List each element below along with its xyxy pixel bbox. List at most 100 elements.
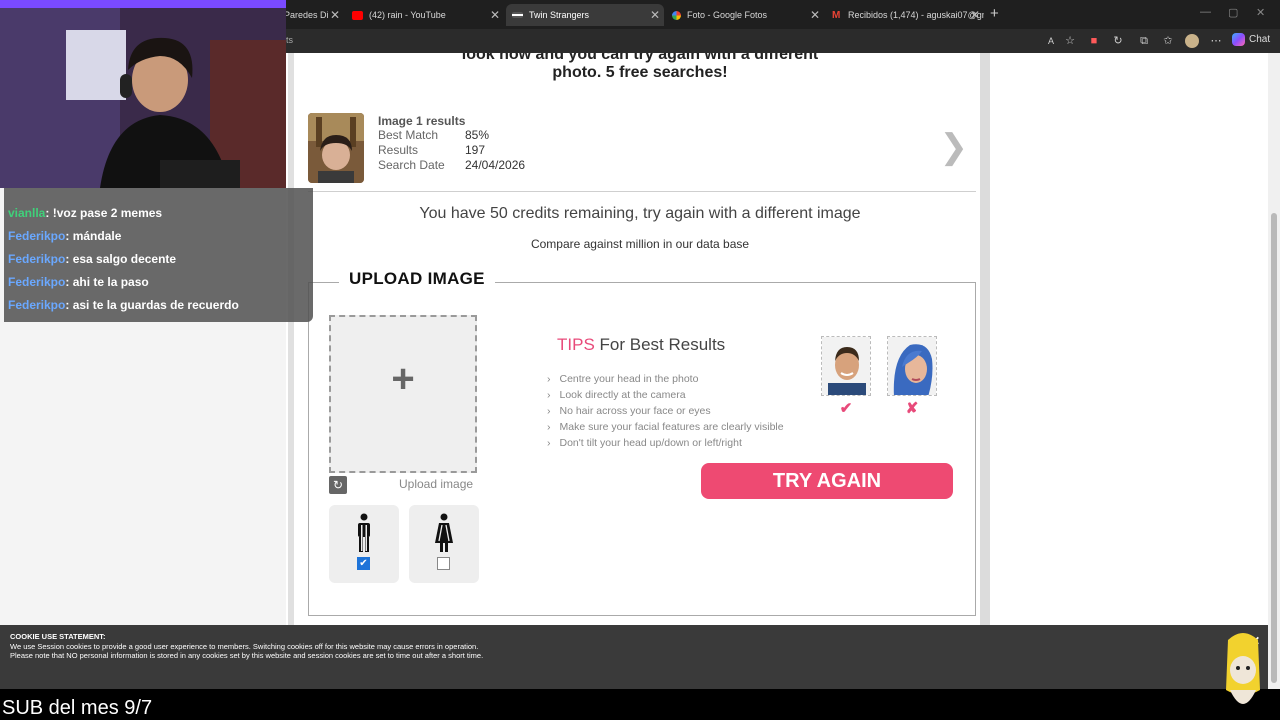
chat-text: ahi te la paso [72, 275, 149, 289]
copilot-icon [1232, 33, 1245, 46]
result-thumbnail[interactable] [308, 113, 364, 183]
chat-message: Federikpo: mándale [8, 229, 122, 243]
stream-chat: vianlla: !voz pase 2 memes Federikpo: má… [4, 188, 313, 322]
tab-label: Paredes Di [284, 10, 329, 20]
best-match-value: 85% [465, 128, 490, 142]
extension-icon[interactable]: ■ [1087, 34, 1101, 48]
compare-text: Compare against million in our data base [530, 237, 750, 251]
chat-text: mándale [72, 229, 122, 243]
bad-example-photo [887, 336, 937, 396]
male-checkbox[interactable]: ✔ [357, 557, 370, 570]
new-tab-icon[interactable]: + [990, 5, 999, 22]
upload-image-link[interactable]: Upload image [399, 477, 473, 491]
refresh-icon[interactable]: ↻ [1111, 34, 1125, 48]
cookie-line2: Please note that NO personal information… [10, 651, 484, 660]
close-icon[interactable]: ✕ [490, 8, 500, 22]
tab-label: Twin Strangers [529, 10, 590, 20]
page-right-border [980, 53, 990, 689]
upload-heading: UPLOAD IMAGE [339, 269, 495, 289]
tab-label: (42) rain - YouTube [369, 10, 446, 20]
address-bar[interactable]: ts [286, 35, 293, 45]
chat-text: asi te la guardas de recuerdo [72, 298, 239, 312]
top-message-line2: photo. 5 free searches! [552, 64, 728, 81]
result-title: Image 1 results [378, 114, 466, 128]
close-icon[interactable]: ✕ [810, 8, 820, 22]
chat-user: vianlla [8, 206, 46, 220]
read-aloud-icon[interactable]: A [1044, 34, 1058, 48]
split-screen-icon[interactable]: ⧉ [1137, 34, 1151, 48]
maximize-icon[interactable]: ▢ [1228, 6, 1238, 19]
plus-icon: + [391, 357, 415, 401]
results-label: Results [378, 143, 419, 157]
female-option[interactable] [409, 505, 479, 583]
tip-item: Make sure your facial features are clear… [547, 421, 784, 437]
favorite-star-icon[interactable]: ☆ [1063, 34, 1077, 48]
gmail-icon: M [832, 9, 841, 21]
search-date-value: 24/04/2026 [465, 158, 526, 172]
cookie-line1: We use Session cookies to provide a good… [10, 641, 479, 651]
chat-message: vianlla: !voz pase 2 memes [8, 206, 163, 220]
try-again-button[interactable]: TRY AGAIN [701, 463, 953, 499]
cross-mark-icon: ✘ [905, 400, 919, 417]
main-content: look now and you can try again with a di… [288, 53, 980, 689]
tips-list: Centre your head in the photo Look direc… [547, 373, 784, 453]
top-message-line1: look now and you can try again with a di… [461, 53, 819, 63]
copilot-chat-button[interactable]: Chat [1232, 33, 1270, 46]
tip-item: Centre your head in the photo [547, 373, 784, 389]
chat-user: Federikpo [8, 229, 66, 243]
chat-user: Federikpo [8, 298, 66, 312]
window-close-icon[interactable]: ✕ [1256, 6, 1265, 19]
favorites-icon[interactable]: ✩ [1161, 34, 1175, 48]
google-photos-icon [672, 10, 681, 20]
rotate-icon[interactable]: ↻ [329, 476, 347, 494]
tab-twin-strangers[interactable]: Twin Strangers ✕ [506, 4, 664, 26]
minimize-icon[interactable]: — [1200, 6, 1211, 18]
youtube-icon [352, 10, 363, 20]
search-result[interactable]: Image 1 results Best Match 85% Results 1… [308, 113, 968, 185]
chat-message: Federikpo: esa salgo decente [8, 252, 177, 266]
tip-item: No hair across your face or eyes [547, 405, 784, 421]
chevron-right-icon[interactable]: ❯ [940, 127, 969, 167]
male-icon [358, 513, 370, 552]
search-date-label: Search Date [378, 158, 445, 172]
tips-title: TIPS For Best Results [557, 335, 725, 355]
close-icon[interactable]: ✕ [330, 8, 340, 22]
best-match-label: Best Match [378, 128, 439, 142]
image-dropzone[interactable]: + [329, 315, 477, 473]
chat-message: Federikpo: asi te la guardas de recuerdo [8, 298, 239, 312]
good-example-photo [821, 336, 871, 396]
cookie-banner: COOKIE USE STATEMENT: We use Session coo… [0, 625, 1268, 689]
sub-goal-bar [0, 689, 1280, 720]
chat-user: Federikpo [8, 275, 66, 289]
tab-youtube[interactable]: (42) rain - YouTube ✕ [346, 4, 504, 26]
close-icon[interactable]: ✕ [970, 8, 980, 22]
scrollbar-thumb[interactable] [1271, 213, 1277, 683]
tab-gmail[interactable]: M Recibidos (1,474) - aguskai07@gm ✕ [826, 4, 984, 26]
tab-google-photos[interactable]: Foto - Google Fotos ✕ [666, 4, 824, 26]
more-menu-icon[interactable]: ⋯ [1209, 34, 1223, 48]
profile-avatar[interactable] [1185, 34, 1199, 48]
upload-panel: UPLOAD IMAGE + ↻ Upload image ✔ TIPS For… [308, 269, 976, 616]
results-value: 197 [465, 143, 486, 157]
tab-paredes[interactable]: Paredes Di ✕ [276, 4, 344, 26]
twin-strangers-icon [512, 12, 523, 18]
chat-label: Chat [1249, 34, 1271, 45]
close-icon[interactable]: ✕ [650, 8, 660, 22]
webcam-overlay [0, 0, 286, 188]
tab-label: Foto - Google Fotos [687, 10, 768, 20]
chat-message: Federikpo: ahi te la paso [8, 275, 149, 289]
tab-label: Recibidos (1,474) - aguskai07@gm [848, 10, 984, 20]
tip-item: Don't tilt your head up/down or left/rig… [547, 437, 784, 453]
tips-highlight: TIPS [557, 335, 595, 354]
credits-message: You have 50 credits remaining, try again… [419, 205, 861, 222]
chat-text: !voz pase 2 memes [52, 206, 163, 220]
chat-text: esa salgo decente [72, 252, 177, 266]
tips-title-rest: For Best Results [594, 335, 726, 354]
female-icon [435, 513, 453, 552]
divider [308, 191, 976, 192]
male-option[interactable]: ✔ [329, 505, 399, 583]
tip-item: Look directly at the camera [547, 389, 784, 405]
female-checkbox[interactable] [437, 557, 450, 570]
page-scrollbar[interactable] [1268, 53, 1280, 689]
cookie-text: COOKIE USE STATEMENT: We use Session coo… [10, 632, 483, 661]
